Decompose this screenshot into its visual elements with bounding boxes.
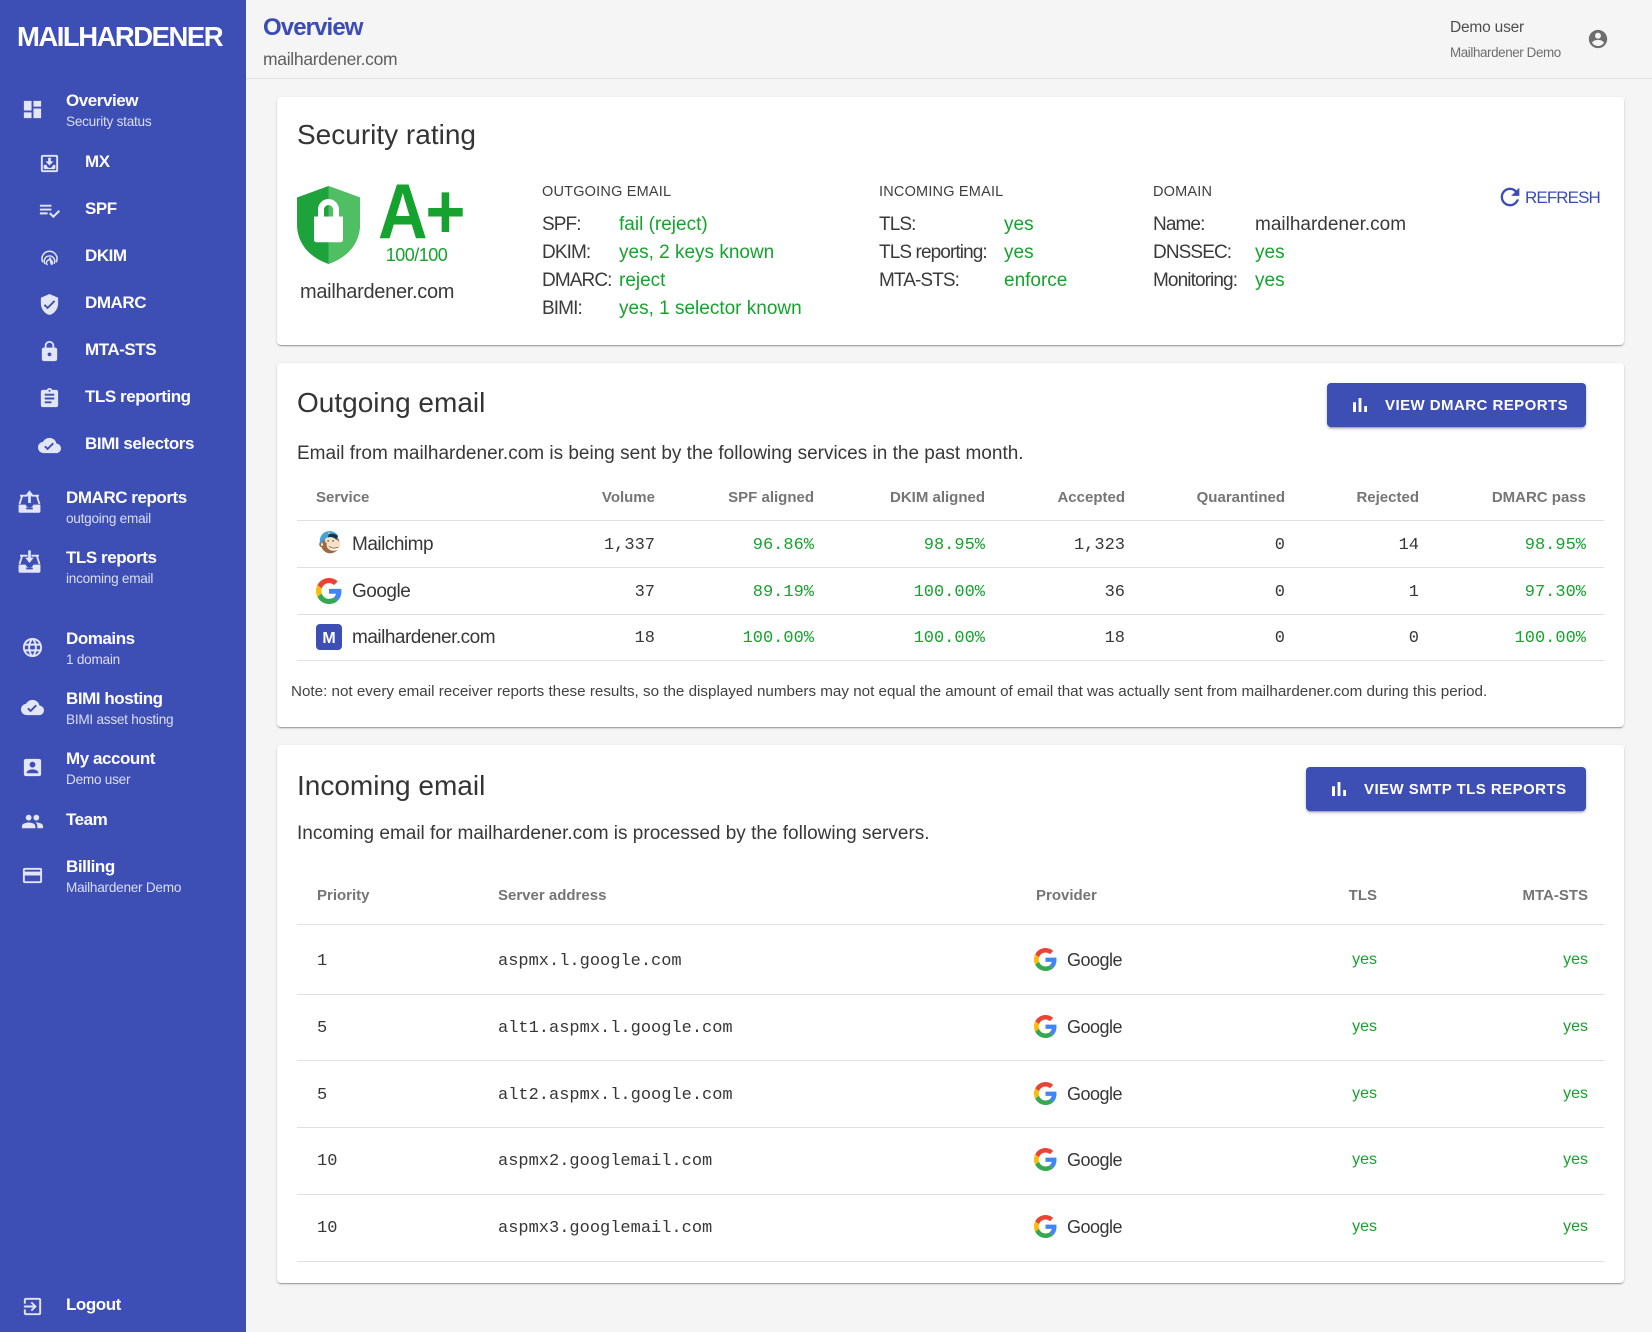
svg-text:M: M — [322, 630, 335, 647]
